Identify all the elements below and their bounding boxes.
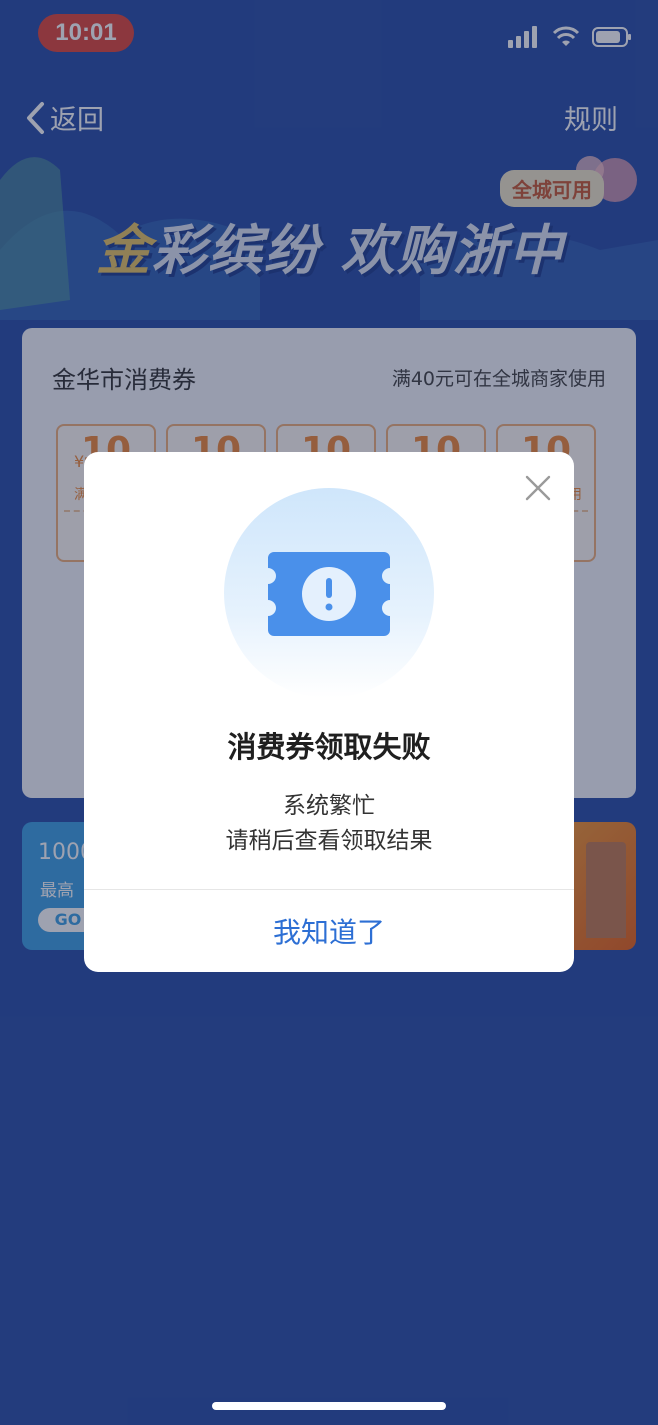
home-indicator[interactable]	[212, 1402, 446, 1410]
dialog-title: 消费券领取失败	[227, 730, 431, 764]
dialog-message-line2: 请稍后查看领取结果	[225, 828, 433, 854]
error-dialog: 消费券领取失败 系统繁忙 请稍后查看领取结果 我知道了	[84, 452, 574, 972]
confirm-button[interactable]: 我知道了	[84, 890, 574, 972]
dialog-hero	[224, 488, 434, 698]
dialog-message-line1: 系统繁忙	[283, 793, 375, 819]
close-icon[interactable]	[524, 474, 552, 502]
coupon-alert-icon	[268, 552, 390, 636]
